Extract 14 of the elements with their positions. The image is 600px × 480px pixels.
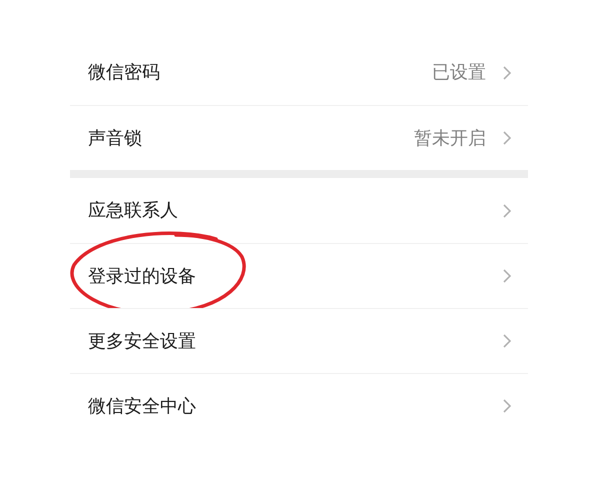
row-label: 更多安全设置 xyxy=(88,330,197,354)
row-label: 声音锁 xyxy=(88,126,143,150)
row-value: 暂未开启 xyxy=(414,126,486,150)
row-label: 应急联系人 xyxy=(88,199,179,223)
chevron-icon xyxy=(502,202,512,218)
row-label: 微信密码 xyxy=(88,61,161,85)
chevron-icon xyxy=(502,333,512,349)
row-label: 登录过的设备 xyxy=(88,264,197,288)
row-value: 已设置 xyxy=(432,61,486,85)
chevron-icon xyxy=(502,398,512,414)
chevron-icon xyxy=(502,130,512,146)
chevron-icon xyxy=(502,64,512,80)
row-label: 微信安全中心 xyxy=(88,394,197,418)
chevron-icon xyxy=(502,268,512,284)
